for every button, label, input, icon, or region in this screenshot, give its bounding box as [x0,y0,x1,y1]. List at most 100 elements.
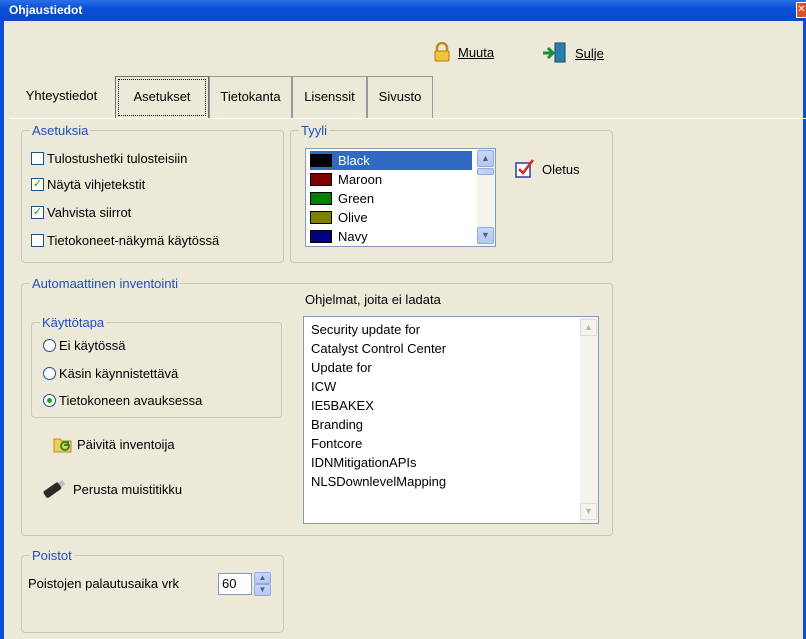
checkbox-label: Tulostushetki tulosteisiin [47,151,188,166]
mode-avauksessa-radio[interactable]: Tietokoneen avauksessa [43,393,202,408]
tab-tietokanta[interactable]: Tietokanta [209,76,292,119]
window-border-left [0,21,4,639]
palautusaika-value: 60 [222,576,237,591]
poistot-legend: Poistot [30,548,74,563]
vahvista-siirrot-checkbox[interactable]: ✓ Vahvista siirrot [31,205,131,220]
perusta-muistitikku-label: Perusta muistitikku [73,481,183,497]
lock-icon [434,42,450,62]
checkbox-label: Vahvista siirrot [47,205,132,220]
tab-divider [10,118,806,119]
list-item[interactable]: ICW [311,379,336,394]
radio-circle [43,394,56,407]
color-list-scrollbar[interactable]: ▲ ▼ [477,149,495,246]
asetuksia-legend: Asetuksia [30,123,91,138]
tab-label: Lisenssit [304,89,355,104]
list-item[interactable]: Fontcore [311,436,362,451]
checkbox-box [31,152,44,165]
radio-label: Käsin käynnistettävä [59,366,179,381]
kayttotapa-group: Käyttötapa Ei käytössä Käsin käynnistett… [31,315,282,418]
excluded-programs-listbox[interactable]: Security update for Catalyst Control Cen… [303,316,599,524]
update-inventoija-label: Päivitä inventoija [77,436,175,452]
checkmark-icon: ✓ [31,178,44,191]
color-name: Navy [338,229,368,244]
list-item[interactable]: Catalyst Control Center [311,341,446,356]
muuta-label: Muuta [458,44,495,60]
folder-refresh-icon [53,438,72,453]
list-item[interactable]: Branding [311,417,363,432]
programs-label: Ohjelmat, joita ei ladata [305,292,441,307]
window-title: Ohjaustiedot [9,3,83,17]
color-item-maroon[interactable]: Maroon [310,170,472,189]
color-swatch [310,154,332,167]
color-name: Maroon [338,172,383,187]
tab-sivusto[interactable]: Sivusto [367,76,433,119]
inventointi-group: Automaattinen inventointi Käyttötapa Ei … [21,276,613,536]
tab-label: Asetukset [133,89,191,104]
tietokoneet-nakyma-checkbox[interactable]: Tietokoneet-näkymä käytössä [31,233,219,248]
inventointi-legend: Automaattinen inventointi [30,276,180,291]
tab-yhteystiedot[interactable]: Yhteystiedot [10,76,113,119]
vihjetekstit-checkbox[interactable]: ✓ Näytä vihjetekstit [31,177,145,192]
tab-label: Yhteystiedot [25,88,98,103]
palautusaika-spinner[interactable]: ▲ ▼ [254,572,272,597]
usb-stick-icon [43,480,66,498]
programs-scrollbar[interactable]: ▲ ▼ [580,317,598,523]
scroll-thumb[interactable] [477,168,494,175]
list-item[interactable]: NLSDownlevelMapping [311,474,446,489]
color-swatch [310,173,332,186]
color-swatch [310,192,332,205]
radio-label: Tietokoneen avauksessa [59,393,203,408]
spin-down-icon[interactable]: ▼ [254,584,271,596]
color-item-navy[interactable]: Navy [310,227,472,246]
color-item-black[interactable]: Black [309,150,473,171]
checkbox-label: Näytä vihjetekstit [47,177,146,192]
color-swatch [310,230,332,243]
title-bar: Ohjaustiedot [0,0,806,21]
mode-kasin-radio[interactable]: Käsin käynnistettävä [43,366,178,381]
radio-label: Ei käytössä [59,338,126,353]
list-item[interactable]: IDNMitigationAPIs [311,455,416,470]
oletus-button[interactable]: Oletus [514,158,580,180]
spin-up-icon[interactable]: ▲ [254,572,271,584]
color-item-green[interactable]: Green [310,189,472,208]
sulje-label: Sulje [575,45,604,61]
sulje-button[interactable]: Sulje [541,42,604,64]
color-listbox[interactable]: Black Maroon Green Olive Navy ▲ ▼ [305,148,496,247]
checkbox-check-icon [515,159,534,178]
palautusaika-input[interactable]: 60 [218,573,252,595]
update-inventoija-button[interactable]: Päivitä inventoija [52,434,175,454]
checkbox-box [31,234,44,247]
scroll-down-icon[interactable]: ▼ [580,503,597,520]
perusta-muistitikku-button[interactable]: Perusta muistitikku [41,479,182,499]
close-button[interactable]: ✕ [796,2,806,18]
radio-dot [47,398,52,403]
muuta-button[interactable]: Muuta [432,42,494,62]
tyyli-group: Tyyli Black Maroon Green Olive Navy ▲ ▼ [290,123,613,263]
color-name: Black [338,153,370,168]
tulostushetki-checkbox[interactable]: Tulostushetki tulosteisiin [31,151,187,166]
color-swatch [310,211,332,224]
tab-asetukset[interactable]: Asetukset [115,76,209,119]
oletus-label: Oletus [542,161,580,177]
mode-ei-kaytossa-radio[interactable]: Ei käytössä [43,338,125,353]
checkmark-icon: ✓ [31,206,44,219]
color-name: Olive [338,210,368,225]
list-item[interactable]: Security update for [311,322,420,337]
radio-circle [43,339,56,352]
radio-circle [43,367,56,380]
close-icon: ✕ [797,4,806,15]
scroll-up-icon[interactable]: ▲ [477,150,494,167]
tab-label: Sivusto [378,89,422,104]
scroll-up-icon[interactable]: ▲ [580,319,597,336]
tab-lisenssit[interactable]: Lisenssit [292,76,367,119]
kayttotapa-legend: Käyttötapa [40,315,107,330]
color-item-olive[interactable]: Olive [310,208,472,227]
list-item[interactable]: Update for [311,360,372,375]
scroll-down-icon[interactable]: ▼ [477,227,494,244]
poistot-group: Poistot Poistojen palautusaika vrk 60 ▲ … [21,548,284,633]
exit-door-icon [543,42,566,63]
palautusaika-label: Poistojen palautusaika vrk [28,576,180,591]
tyyli-legend: Tyyli [299,123,329,138]
list-item[interactable]: IE5BAKEX [311,398,374,413]
color-name: Green [338,191,375,206]
